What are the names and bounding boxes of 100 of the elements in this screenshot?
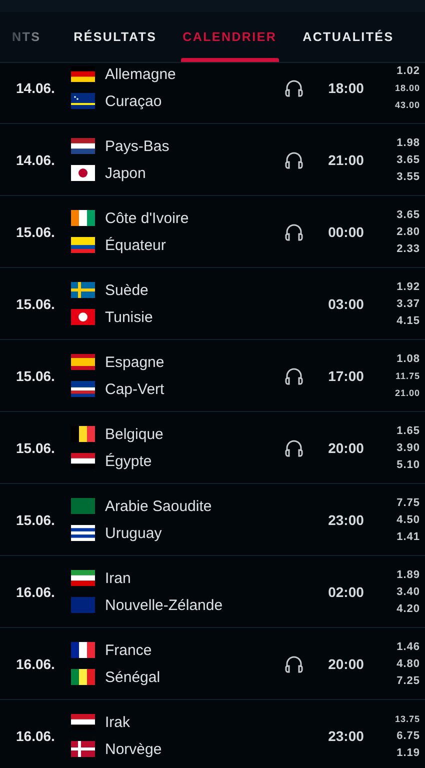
match-date: 14.06. <box>16 80 56 96</box>
flag-icon <box>71 354 95 370</box>
odds-value[interactable]: 3.65 <box>396 152 420 166</box>
kickoff-time: 03:00 <box>327 296 365 312</box>
headphones-icon[interactable] <box>284 438 304 456</box>
flag-icon <box>71 381 95 397</box>
odds-value[interactable]: 4.50 <box>396 512 420 526</box>
kickoff-time: 23:00 <box>327 728 365 744</box>
flag-icon <box>71 453 95 469</box>
match-date: 15.06. <box>16 296 56 312</box>
odds-value[interactable]: 1.46 <box>396 640 420 654</box>
odds-value[interactable]: 3.40 <box>396 584 420 598</box>
odds-value[interactable]: 1.08 <box>396 352 420 366</box>
kickoff-time: 21:00 <box>327 152 365 168</box>
team-name: Suède <box>105 282 148 298</box>
flag-icon <box>71 138 95 154</box>
odds-value[interactable]: 3.90 <box>396 440 420 454</box>
team-name: Curaçao <box>105 92 162 110</box>
odds-value[interactable]: 1.98 <box>396 136 420 150</box>
team-name: Iran <box>105 570 131 586</box>
odds-value[interactable]: 7.25 <box>396 674 420 688</box>
tab[interactable]: CALENDRIER <box>172 12 287 62</box>
odds-value[interactable]: 3.65 <box>396 208 420 222</box>
team-name: Espagne <box>105 354 164 370</box>
flag-icon <box>71 498 95 514</box>
team-name: Pays-Bas <box>105 138 170 154</box>
flag-icon <box>71 669 95 685</box>
flag-icon <box>71 525 95 541</box>
match-date: 15.06. <box>16 224 56 240</box>
team-name: Irak <box>105 714 130 730</box>
team-name: Uruguay <box>105 524 162 542</box>
match-date: 14.06. <box>16 152 56 168</box>
kickoff-time: 23:00 <box>327 512 365 528</box>
kickoff-time: 02:00 <box>327 584 365 600</box>
match-date: 15.06. <box>16 440 56 456</box>
flag-icon <box>71 66 95 82</box>
kickoff-time: 20:00 <box>327 656 365 672</box>
flag-icon <box>71 93 95 109</box>
team-name: Japon <box>105 164 146 182</box>
flag-icon <box>71 165 95 181</box>
team-name: Tunisie <box>105 308 153 326</box>
kickoff-time: 18:00 <box>327 80 365 96</box>
team-name: Nouvelle-Zélande <box>105 596 223 614</box>
odds-value[interactable]: 4.15 <box>396 314 420 328</box>
odds-value[interactable]: 1.92 <box>396 280 420 294</box>
odds-value[interactable]: 4.20 <box>396 602 420 616</box>
flag-icon <box>71 597 95 613</box>
flag-icon <box>71 570 95 586</box>
headphones-icon[interactable] <box>284 78 304 96</box>
odds-value[interactable]: 3.37 <box>396 296 420 310</box>
odds-value[interactable]: 1.19 <box>396 746 420 760</box>
tab[interactable]: RÉSULTATS <box>64 12 167 62</box>
flag-icon <box>71 309 95 325</box>
team-name: Arabie Saoudite <box>105 498 212 514</box>
kickoff-time: 20:00 <box>327 440 365 456</box>
flag-icon <box>71 642 95 658</box>
team-name: Norvège <box>105 740 162 758</box>
odds-value[interactable]: 11.75 <box>395 368 420 382</box>
odds-value[interactable]: 4.80 <box>396 656 420 670</box>
headphones-icon[interactable] <box>284 150 304 168</box>
team-name: Sénégal <box>105 668 160 686</box>
kickoff-time: 00:00 <box>327 224 365 240</box>
team-name: Belgique <box>105 426 164 442</box>
match-date: 15.06. <box>16 512 56 528</box>
tab[interactable]: ACTUALITÉS <box>292 12 404 62</box>
odds-value[interactable]: 2.80 <box>396 224 420 238</box>
match-date: 15.06. <box>16 368 56 384</box>
flag-icon <box>71 714 95 730</box>
match-date: 16.06. <box>16 656 56 672</box>
flag-icon <box>71 237 95 253</box>
team-name: Allemagne <box>105 66 176 82</box>
team-name: France <box>105 642 152 658</box>
odds-value[interactable]: 3.55 <box>396 170 420 184</box>
odds-value[interactable]: 1.89 <box>396 568 420 582</box>
odds-value[interactable]: 13.75 <box>394 712 420 726</box>
match-date: 16.06. <box>16 584 56 600</box>
headphones-icon[interactable] <box>284 222 304 240</box>
match-date: 16.06. <box>16 728 56 744</box>
odds-value[interactable]: 6.75 <box>396 728 420 742</box>
odds-value[interactable]: 7.75 <box>396 496 420 510</box>
odds-value[interactable]: 1.02 <box>396 64 420 78</box>
odds-value[interactable]: 21.00 <box>394 386 420 400</box>
kickoff-time: 17:00 <box>327 368 365 384</box>
flag-icon <box>71 282 95 298</box>
odds-value[interactable]: 1.41 <box>396 530 420 544</box>
flag-icon <box>71 741 95 757</box>
odds-value[interactable]: 18.00 <box>394 80 420 94</box>
flag-icon <box>71 210 95 226</box>
team-name: Égypte <box>105 452 152 470</box>
team-name: Équateur <box>105 236 166 254</box>
headphones-icon[interactable] <box>284 366 304 384</box>
team-name: Cap-Vert <box>105 380 164 398</box>
headphones-icon[interactable] <box>284 654 304 672</box>
team-name: Côte d'Ivoire <box>105 210 189 226</box>
tab[interactable]: NTS <box>12 12 58 62</box>
odds-value[interactable]: 1.65 <box>396 424 420 438</box>
odds-value[interactable]: 43.00 <box>394 98 420 112</box>
odds-value[interactable]: 2.33 <box>396 242 420 256</box>
flag-icon <box>71 426 95 442</box>
odds-value[interactable]: 5.10 <box>396 458 420 472</box>
